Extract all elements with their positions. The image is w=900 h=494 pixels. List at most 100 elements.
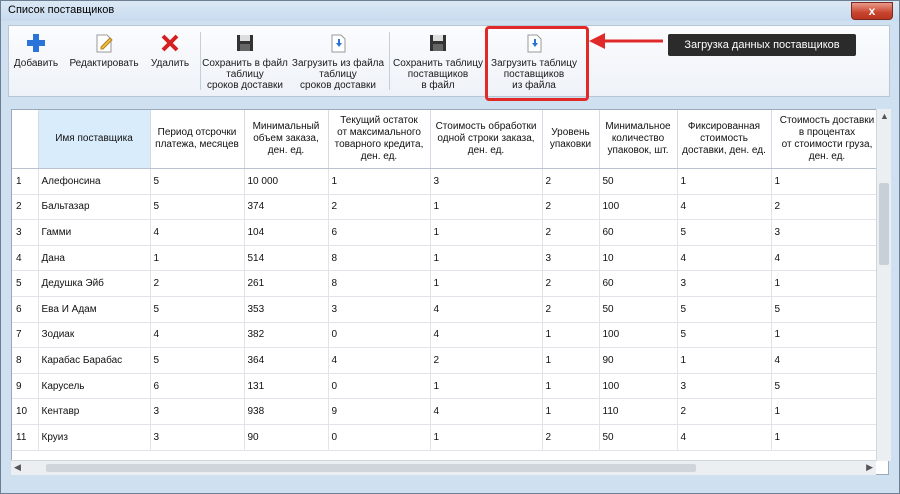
table-cell[interactable]: 2: [771, 194, 884, 221]
column-header[interactable]: Стоимость обработки одной строки заказа, д…: [430, 110, 543, 169]
table-row[interactable]: 4 Дана 1 514 8 1 3 10 4 4: [12, 245, 884, 272]
table-cell[interactable]: 2: [542, 219, 600, 246]
table-cell[interactable]: 5: [150, 194, 245, 221]
table-row[interactable]: 3 Гамми 4 104 6 1 2 60 5 3: [12, 219, 884, 246]
table-cell[interactable]: 1: [542, 347, 600, 374]
table-cell[interactable]: Ева И Адам: [38, 296, 151, 323]
table-cell[interactable]: Карабас Барабас: [38, 347, 151, 374]
table-cell[interactable]: 5: [771, 373, 884, 400]
table-cell[interactable]: 2: [542, 270, 600, 297]
table-cell[interactable]: 4: [328, 347, 431, 374]
close-button[interactable]: x: [851, 2, 893, 20]
table-cell[interactable]: 2: [328, 194, 431, 221]
table-cell[interactable]: 364: [244, 347, 329, 374]
table-row[interactable]: 1 Алефонсина 5 10 000 1 3 2 50 1 1: [12, 168, 884, 195]
table-cell[interactable]: Зодиак: [38, 322, 151, 349]
table-cell[interactable]: 4: [150, 322, 245, 349]
table-cell[interactable]: 1: [430, 194, 543, 221]
column-header[interactable]: Минимальный объем заказа, ден. ед.: [244, 110, 329, 169]
table-cell[interactable]: 1: [430, 219, 543, 246]
table-cell[interactable]: 10: [599, 245, 678, 272]
table-cell[interactable]: 4: [430, 322, 543, 349]
table-cell[interactable]: 1: [677, 168, 772, 195]
table-cell[interactable]: 1: [430, 245, 543, 272]
column-header[interactable]: Стоимость доставки в процентах от стоимост…: [771, 110, 884, 169]
table-cell[interactable]: 110: [599, 398, 678, 425]
table-cell[interactable]: 1: [328, 168, 431, 195]
table-cell[interactable]: 938: [244, 398, 329, 425]
table-cell[interactable]: 5: [677, 296, 772, 323]
table-row[interactable]: 9 Карусель 6 131 0 1 1 100 3 5: [12, 373, 884, 400]
table-cell[interactable]: 1: [430, 373, 543, 400]
table-cell[interactable]: 9: [328, 398, 431, 425]
table-cell[interactable]: 382: [244, 322, 329, 349]
table-cell[interactable]: Бальтазар: [38, 194, 151, 221]
add-button[interactable]: Добавить: [11, 26, 61, 94]
save-delivery-table-button[interactable]: Сохранить в файл таблицу сроков доставки: [202, 26, 288, 94]
table-cell[interactable]: Алефонсина: [38, 168, 151, 195]
table-cell[interactable]: 5: [771, 296, 884, 323]
table-cell[interactable]: 1: [677, 347, 772, 374]
table-cell[interactable]: 2: [542, 168, 600, 195]
table-cell[interactable]: 3: [430, 168, 543, 195]
table-cell[interactable]: 1: [542, 398, 600, 425]
table-row[interactable]: 6 Ева И Адам 5 353 3 4 2 50 5 5: [12, 296, 884, 323]
table-cell[interactable]: 4: [677, 424, 772, 451]
table-row[interactable]: 5 Дедушка Эйб 2 261 8 1 2 60 3 1: [12, 270, 884, 297]
table-cell[interactable]: 100: [599, 373, 678, 400]
table-cell[interactable]: 0: [328, 322, 431, 349]
scroll-left-icon[interactable]: ◀: [14, 462, 21, 473]
table-cell[interactable]: Гамми: [38, 219, 151, 246]
table-cell[interactable]: 514: [244, 245, 329, 272]
table-cell[interactable]: 2: [542, 194, 600, 221]
column-header[interactable]: Период отсрочки платежа, месяцев: [150, 110, 245, 169]
table-cell[interactable]: 100: [599, 194, 678, 221]
table-cell[interactable]: 50: [599, 168, 678, 195]
table-cell[interactable]: 4: [677, 245, 772, 272]
table-cell[interactable]: 3: [542, 245, 600, 272]
table-cell[interactable]: 1: [150, 245, 245, 272]
table-cell[interactable]: 4: [430, 398, 543, 425]
column-header[interactable]: Текущий остаток от максимального товарного…: [328, 110, 431, 169]
table-cell[interactable]: 4: [677, 194, 772, 221]
horizontal-scrollbar[interactable]: ◀ ▶: [11, 460, 876, 475]
table-row[interactable]: 10 Кентавр 3 938 9 4 1 110 2 1: [12, 398, 884, 425]
table-cell[interactable]: 1: [771, 322, 884, 349]
table-cell[interactable]: 4: [771, 347, 884, 374]
table-cell[interactable]: 0: [328, 424, 431, 451]
table-cell[interactable]: 1: [430, 424, 543, 451]
table-cell[interactable]: 6: [328, 219, 431, 246]
table-cell[interactable]: 1: [771, 168, 884, 195]
table-cell[interactable]: 261: [244, 270, 329, 297]
table-cell[interactable]: 100: [599, 322, 678, 349]
table-cell[interactable]: 1: [771, 424, 884, 451]
table-cell[interactable]: 3: [328, 296, 431, 323]
table-cell[interactable]: 90: [599, 347, 678, 374]
table-cell[interactable]: 2: [542, 296, 600, 323]
table-cell[interactable]: Дедушка Эйб: [38, 270, 151, 297]
table-cell[interactable]: Карусель: [38, 373, 151, 400]
scroll-right-icon[interactable]: ▶: [866, 462, 873, 473]
table-cell[interactable]: 2: [542, 424, 600, 451]
table-cell[interactable]: 1: [771, 398, 884, 425]
table-cell[interactable]: 0: [328, 373, 431, 400]
table-cell[interactable]: 2: [677, 398, 772, 425]
table-cell[interactable]: 1: [542, 322, 600, 349]
table-cell[interactable]: 4: [430, 296, 543, 323]
vertical-scrollbar[interactable]: ▲: [876, 109, 891, 461]
scroll-up-icon[interactable]: ▲: [880, 111, 889, 121]
table-cell[interactable]: 104: [244, 219, 329, 246]
table-cell[interactable]: 1: [771, 270, 884, 297]
table-cell[interactable]: 5: [150, 168, 245, 195]
table-cell[interactable]: 1: [542, 373, 600, 400]
table-cell[interactable]: 2: [150, 270, 245, 297]
table-cell[interactable]: 5: [677, 219, 772, 246]
table-cell[interactable]: 131: [244, 373, 329, 400]
table-cell[interactable]: 353: [244, 296, 329, 323]
table-cell[interactable]: 8: [328, 270, 431, 297]
table-cell[interactable]: 4: [150, 219, 245, 246]
table-cell[interactable]: Круиз: [38, 424, 151, 451]
table-cell[interactable]: 5: [150, 347, 245, 374]
table-row[interactable]: 8 Карабас Барабас 5 364 4 2 1 90 1 4: [12, 347, 884, 374]
table-cell[interactable]: 6: [150, 373, 245, 400]
